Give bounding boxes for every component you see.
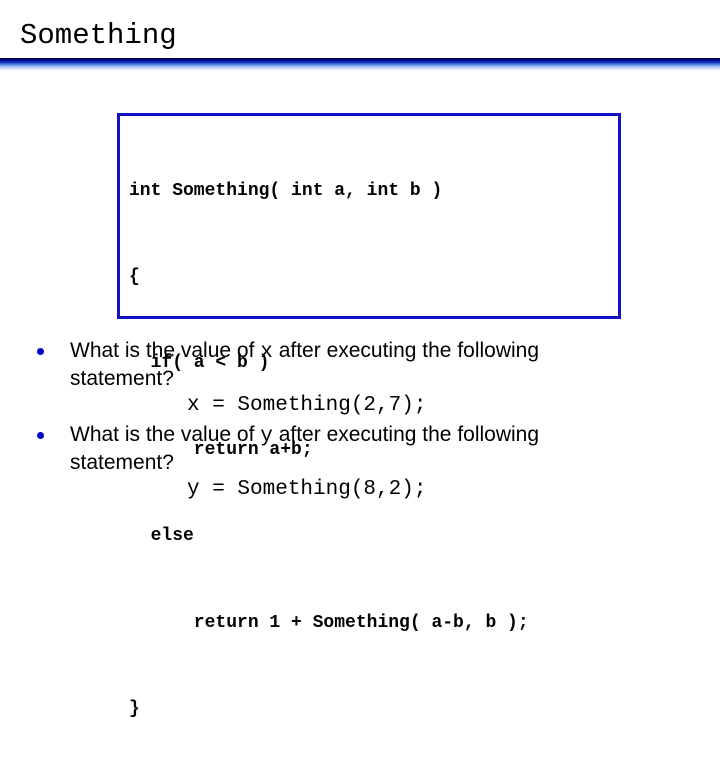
question-item: What is the value of x after executing t… — [37, 338, 630, 419]
question-statement: x = Something(2,7); — [187, 394, 427, 417]
code-box: int Something( int a, int b ) { if( a < … — [117, 113, 621, 719]
question-item: What is the value of y after executing t… — [37, 422, 630, 503]
code-line: int Something( int a, int b ) — [129, 180, 443, 201]
question-prefix: What is the value of — [70, 339, 261, 362]
code-line: else — [129, 526, 194, 547]
question-variable: x — [260, 341, 273, 364]
slide-title: Something — [20, 19, 177, 52]
question-statement: y = Something(8,2); — [187, 478, 427, 501]
bullet-icon — [37, 432, 44, 439]
bullet-icon — [37, 348, 44, 355]
code-line: return 1 + Something( a-b, b ); — [129, 612, 529, 633]
question-prefix: What is the value of — [70, 423, 261, 446]
question-list: What is the value of x after executing t… — [0, 338, 720, 503]
question-variable: y — [260, 425, 273, 448]
code-line: { — [129, 266, 140, 287]
code-line: } — [129, 698, 140, 719]
title-divider — [0, 58, 720, 70]
